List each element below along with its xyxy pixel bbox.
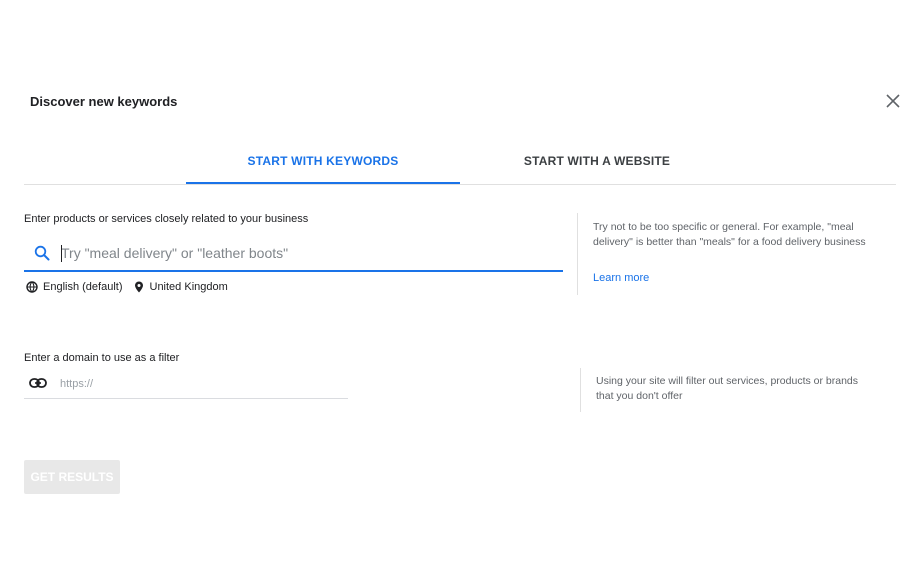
domain-help-text: Using your site will filter out services…	[596, 375, 859, 402]
keywords-label: Enter products or services closely relat…	[24, 213, 309, 225]
close-icon[interactable]	[884, 92, 902, 110]
domain-divider	[580, 368, 581, 412]
tab-bar: START WITH KEYWORDS START WITH A WEBSITE	[24, 140, 896, 185]
globe-icon[interactable]	[26, 281, 38, 293]
language-selector[interactable]: English (default)	[43, 281, 123, 293]
tab-start-with-website[interactable]: START WITH A WEBSITE	[460, 140, 734, 182]
learn-more-link[interactable]: Learn more	[593, 272, 649, 284]
get-results-button[interactable]: GET RESULTS	[24, 460, 120, 494]
dialog-title: Discover new keywords	[30, 94, 178, 109]
keywords-divider	[577, 213, 578, 295]
locale-row: English (default) United Kingdom	[26, 279, 228, 295]
keywords-field[interactable]	[24, 236, 563, 272]
domain-label: Enter a domain to use as a filter	[24, 352, 180, 364]
domain-input[interactable]	[60, 375, 340, 393]
keywords-help-text: Try not to be too specific or general. F…	[593, 221, 866, 248]
discover-keywords-dialog: Discover new keywords START WITH KEYWORD…	[0, 0, 916, 573]
search-icon	[34, 245, 50, 261]
link-icon	[29, 378, 47, 388]
text-cursor	[61, 245, 62, 262]
tab-start-with-keywords[interactable]: START WITH KEYWORDS	[186, 140, 460, 184]
location-selector[interactable]: United Kingdom	[150, 281, 228, 293]
keywords-input[interactable]	[61, 242, 551, 264]
location-pin-icon[interactable]	[133, 281, 145, 293]
domain-field[interactable]	[24, 372, 348, 399]
